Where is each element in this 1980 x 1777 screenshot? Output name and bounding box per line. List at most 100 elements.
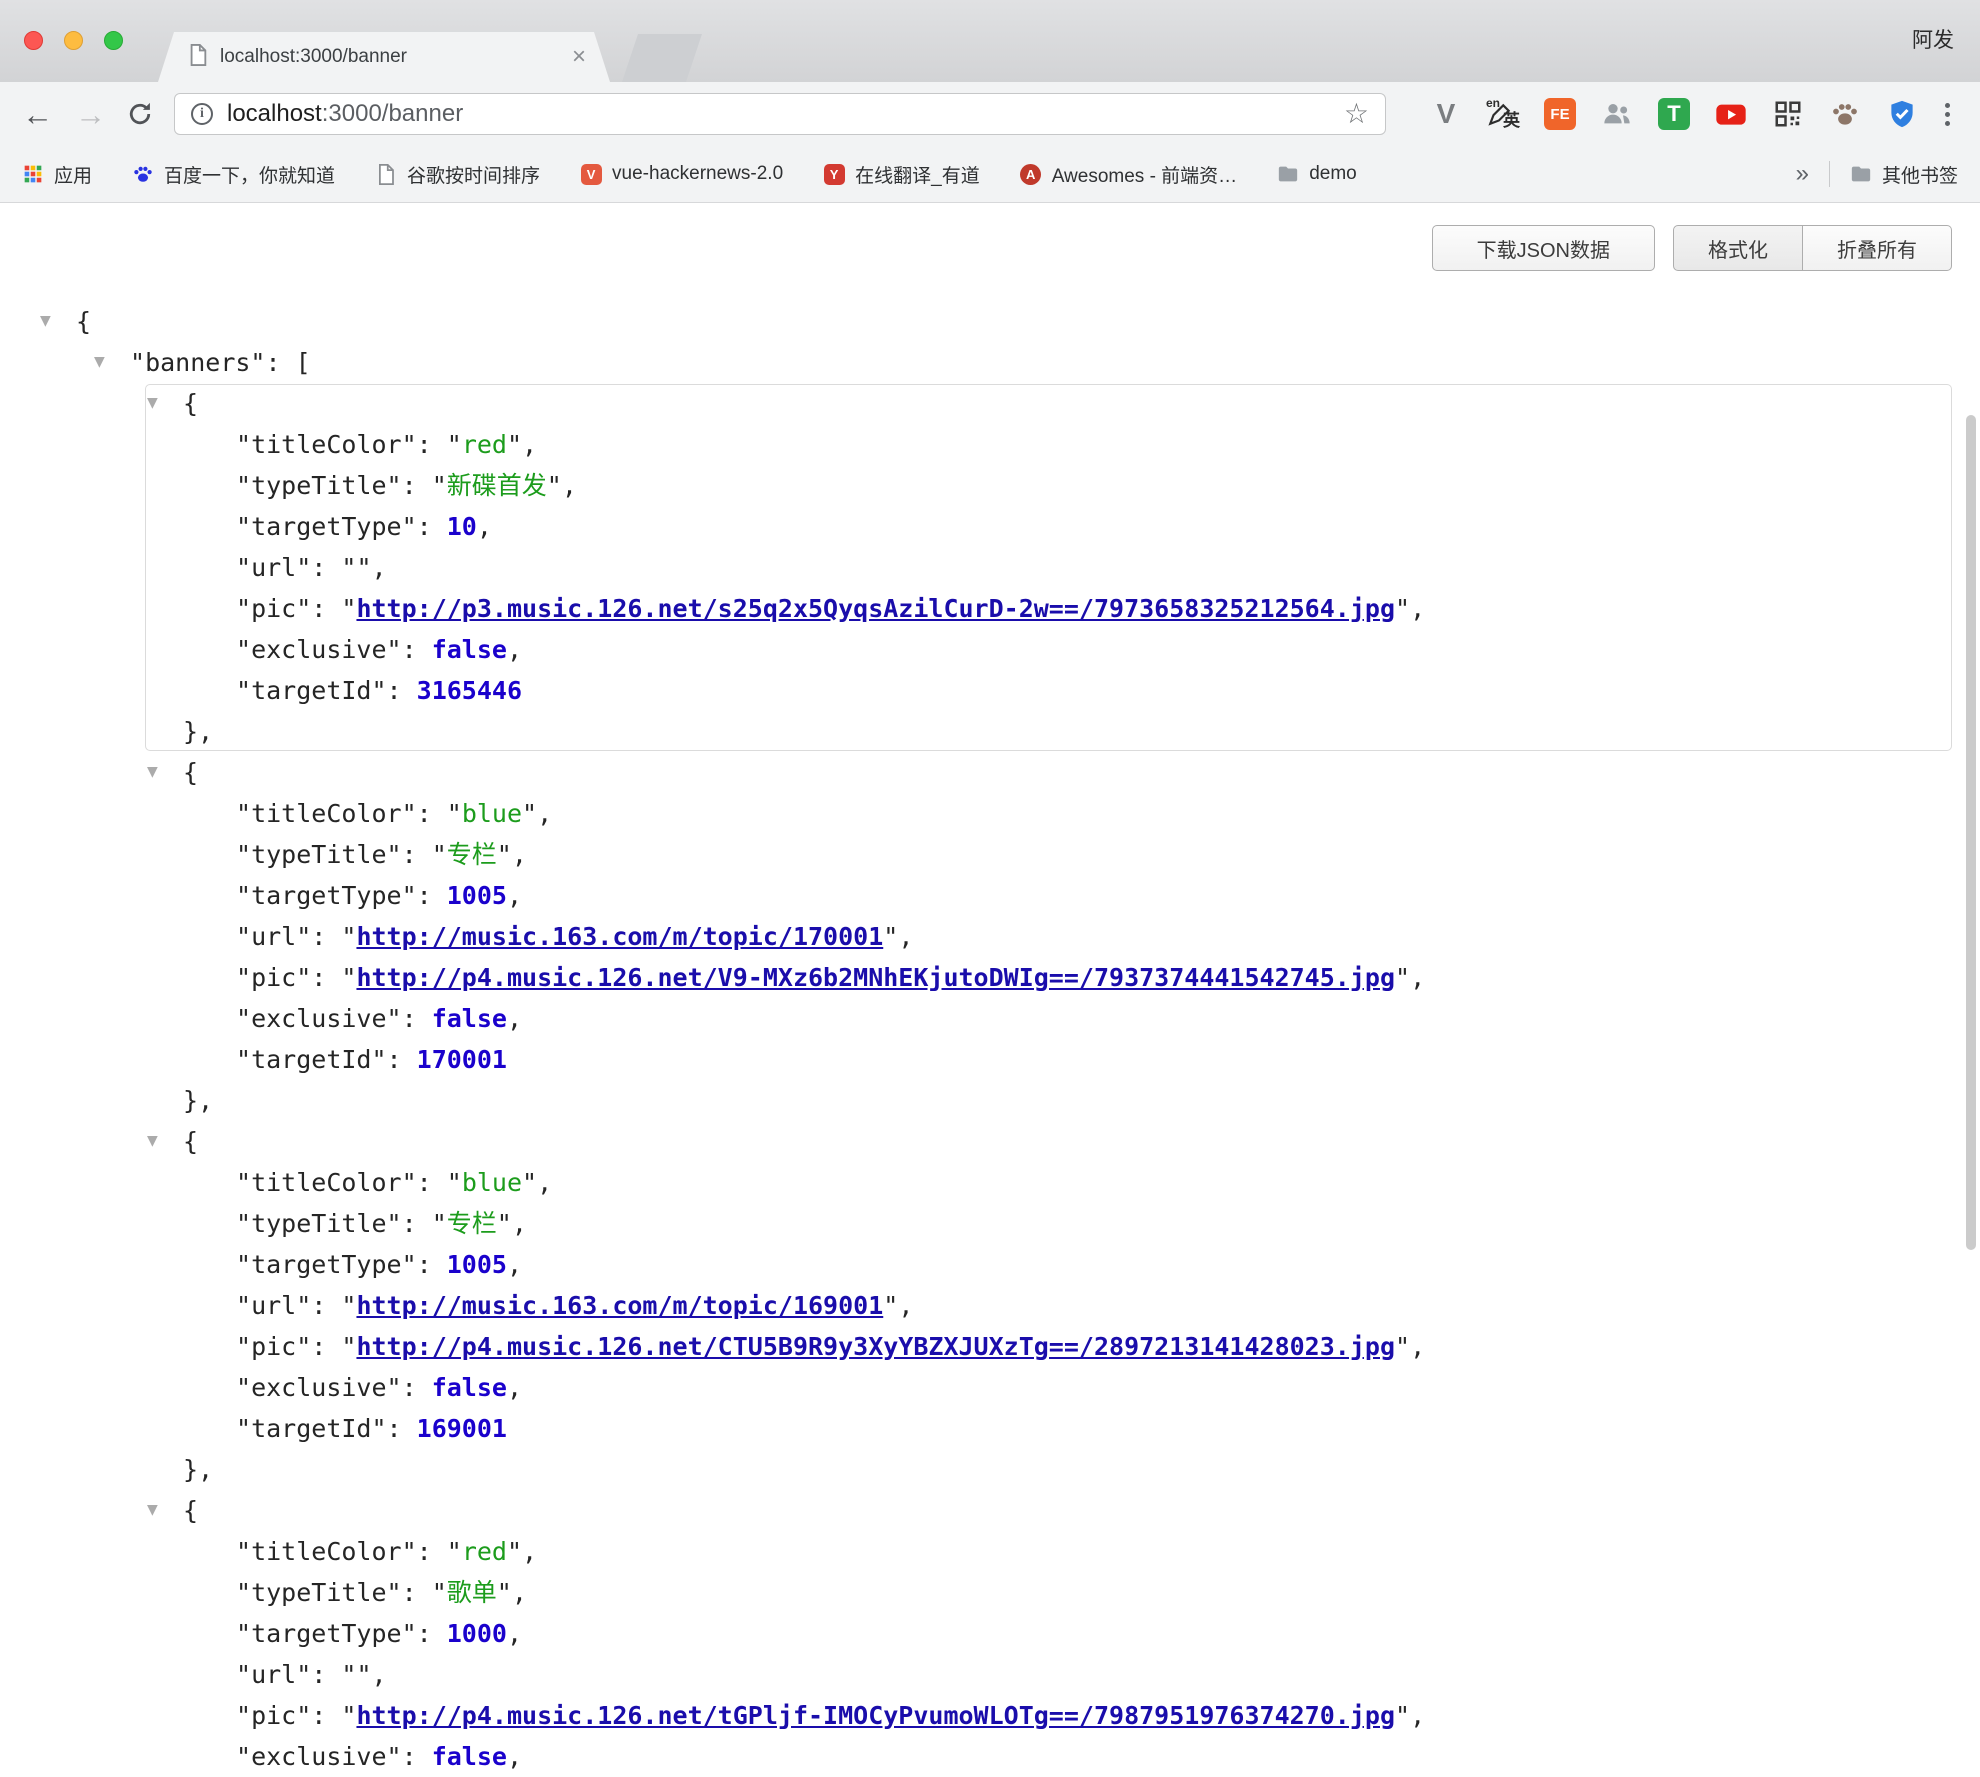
- vimium-extension-icon[interactable]: V: [1428, 96, 1464, 132]
- youtube-extension-icon[interactable]: [1713, 96, 1749, 132]
- json-key: targetId: [251, 676, 371, 705]
- json-token: ": [296, 594, 311, 623]
- download-json-button[interactable]: 下载JSON数据: [1432, 225, 1655, 271]
- shield-check-extension-icon[interactable]: [1884, 96, 1920, 132]
- json-boolean-value: false: [432, 1004, 507, 1033]
- people-extension-icon[interactable]: [1599, 96, 1635, 132]
- json-object: ▼{"titleColor": "blue","typeTitle": "专栏"…: [0, 752, 1980, 1121]
- json-token: ": [236, 635, 251, 664]
- json-line: "exclusive": false,: [0, 629, 1980, 670]
- new-tab-button[interactable]: [622, 34, 702, 82]
- translate-extension-icon[interactable]: en 英: [1485, 96, 1521, 132]
- bookmark-item-vue-hackernews[interactable]: V vue-hackernews-2.0: [580, 163, 783, 185]
- back-button[interactable]: ←: [22, 99, 53, 130]
- json-token: {: [76, 307, 91, 336]
- qr-code-extension-icon[interactable]: [1770, 96, 1806, 132]
- bookmark-item-baidu[interactable]: 百度一下，你就知道: [132, 161, 335, 188]
- format-button[interactable]: 格式化: [1673, 225, 1803, 271]
- json-token: ": [447, 1537, 462, 1566]
- json-key: titleColor: [251, 1168, 402, 1197]
- json-line: ▼{: [0, 752, 1980, 793]
- json-token: ": [341, 594, 356, 623]
- collapse-toggle-icon[interactable]: ▼: [147, 1121, 158, 1162]
- bookmarks-overflow-chevron[interactable]: »: [1796, 160, 1809, 188]
- browser-tab[interactable]: localhost:3000/banner ×: [158, 32, 610, 82]
- collapse-toggle-icon[interactable]: ▼: [40, 301, 51, 342]
- json-token: :: [417, 1619, 447, 1648]
- collapse-toggle-icon[interactable]: ▼: [147, 752, 158, 793]
- page-favicon-icon: [188, 44, 208, 71]
- bookmark-label: vue-hackernews-2.0: [612, 163, 783, 185]
- json-boolean-value: false: [432, 1373, 507, 1402]
- json-url-link[interactable]: http://p4.music.126.net/CTU5B9R9y3XyYBZX…: [356, 1332, 1395, 1361]
- json-token: :: [402, 1742, 432, 1771]
- collapse-toggle-icon[interactable]: ▼: [147, 383, 158, 424]
- bookmark-item-youdao[interactable]: Y 在线翻译_有道: [823, 161, 980, 188]
- minimize-window-button[interactable]: [64, 31, 83, 50]
- collapse-toggle-icon[interactable]: ▼: [94, 342, 105, 383]
- json-line: },: [0, 711, 1980, 752]
- bookmark-item-demo[interactable]: demo: [1277, 163, 1357, 185]
- json-line: },: [0, 1080, 1980, 1121]
- json-line: "targetType": 10,: [0, 506, 1980, 547]
- vue-v-icon: V: [580, 163, 602, 185]
- json-token: ": [236, 799, 251, 828]
- json-token: ,: [507, 1250, 522, 1279]
- chrome-menu-button[interactable]: [1945, 103, 1950, 126]
- fe-extension-icon[interactable]: FE: [1542, 96, 1578, 132]
- json-key: exclusive: [251, 635, 386, 664]
- json-token: ,: [1410, 594, 1425, 623]
- json-object: ▼{"titleColor": "red","typeTitle": "新碟首发…: [0, 383, 1980, 752]
- reload-button[interactable]: [126, 100, 154, 128]
- json-token: ": [387, 1373, 402, 1402]
- json-url-link[interactable]: http://music.163.com/m/topic/169001: [356, 1291, 883, 1320]
- bookmark-item-google-sort[interactable]: 谷歌按时间排序: [375, 161, 540, 188]
- tab-close-icon[interactable]: ×: [572, 45, 586, 69]
- bookmark-star-icon[interactable]: ☆: [1344, 100, 1369, 128]
- json-url-link[interactable]: http://p4.music.126.net/V9-MXz6b2MNhEKju…: [356, 963, 1395, 992]
- json-token: ": [432, 471, 447, 500]
- json-line: "pic": "http://p3.music.126.net/s25q2x5Q…: [0, 588, 1980, 629]
- json-token: ": [296, 1332, 311, 1361]
- json-token: :: [311, 1701, 341, 1730]
- json-token: ,: [507, 881, 522, 910]
- vertical-scrollbar[interactable]: [1966, 415, 1976, 1250]
- omnibox[interactable]: i localhost:3000/banner ☆: [174, 93, 1386, 135]
- json-token: ": [402, 1250, 417, 1279]
- bookmark-item-awesomes[interactable]: A Awesomes - 前端资…: [1020, 161, 1237, 188]
- traffic-lights: [24, 31, 123, 50]
- json-token: },: [183, 717, 213, 746]
- json-key: titleColor: [251, 430, 402, 459]
- json-token: ": [883, 922, 898, 951]
- json-url-link[interactable]: http://p3.music.126.net/s25q2x5QyqsAzilC…: [356, 594, 1395, 623]
- json-token: ": [236, 512, 251, 541]
- json-token: ": [236, 881, 251, 910]
- json-token: ": [522, 799, 537, 828]
- json-token: ": [387, 840, 402, 869]
- json-line: ▼{: [0, 383, 1980, 424]
- json-line: "targetId": 170001: [0, 1039, 1980, 1080]
- json-token: ": [1395, 1332, 1410, 1361]
- other-bookmarks-button[interactable]: 其他书签: [1850, 161, 1958, 188]
- json-number-value: 170001: [417, 1045, 507, 1074]
- json-url-link[interactable]: http://p4.music.126.net/tGPljf-IMOCyPvum…: [356, 1701, 1395, 1730]
- close-window-button[interactable]: [24, 31, 43, 50]
- json-token: ": [432, 840, 447, 869]
- t-shield-extension-icon[interactable]: T: [1656, 96, 1692, 132]
- collapse-all-button[interactable]: 折叠所有: [1803, 225, 1952, 271]
- paw-extension-icon[interactable]: [1827, 96, 1863, 132]
- json-url-link[interactable]: http://music.163.com/m/topic/170001: [356, 922, 883, 951]
- page-info-icon[interactable]: i: [191, 103, 213, 125]
- json-token: :: [311, 594, 341, 623]
- json-token: ": [296, 1701, 311, 1730]
- json-line: "titleColor": "red",: [0, 1531, 1980, 1572]
- navigation-bar: ← → i localhost:3000/banner ☆ V en 英 FE …: [0, 82, 1980, 146]
- bookmark-item-apps[interactable]: 应用: [22, 161, 92, 188]
- zoom-window-button[interactable]: [104, 31, 123, 50]
- forward-button[interactable]: →: [75, 99, 106, 130]
- json-line: "titleColor": "red",: [0, 424, 1980, 465]
- url-text: localhost:3000/banner: [227, 100, 463, 128]
- json-token: ": [236, 1414, 251, 1443]
- collapse-toggle-icon[interactable]: ▼: [147, 1490, 158, 1531]
- json-token: ,: [372, 1660, 387, 1689]
